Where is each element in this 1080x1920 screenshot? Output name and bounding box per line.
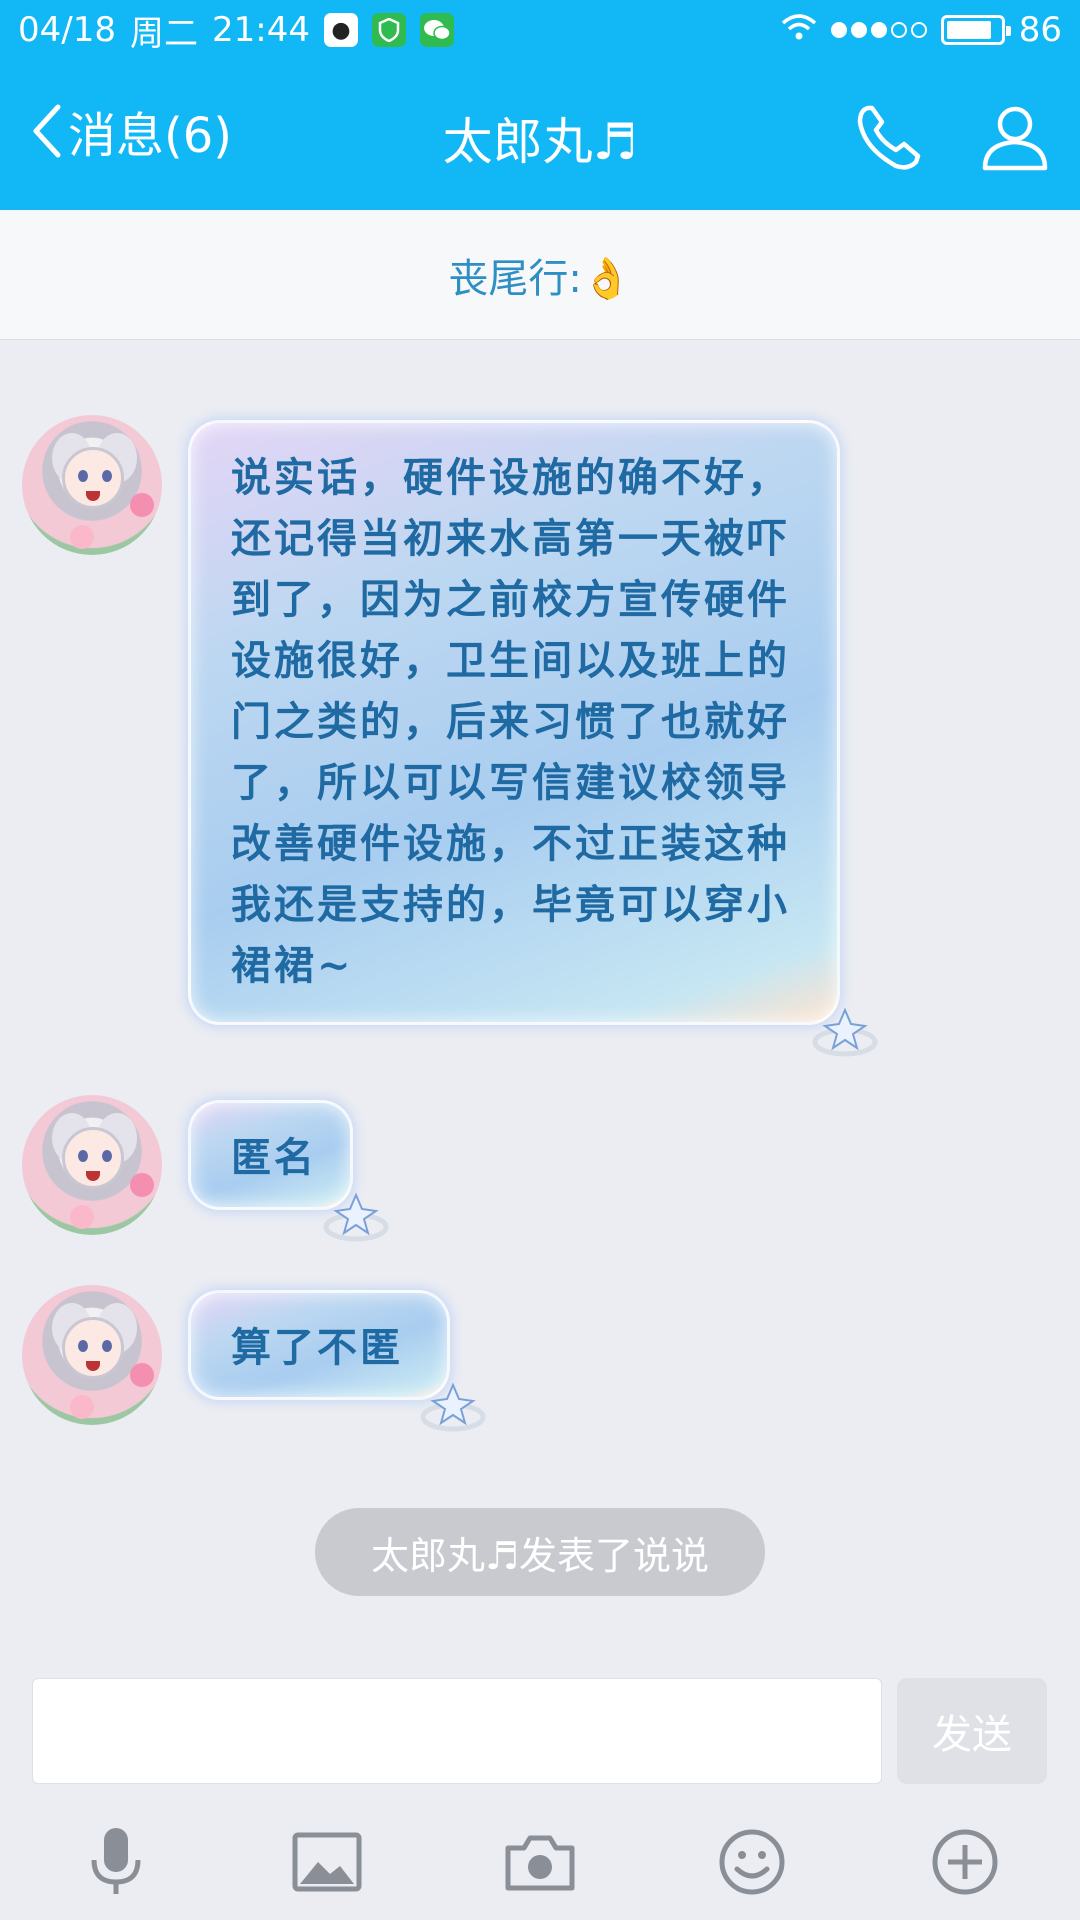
ring-decoration-icon [420,1382,486,1432]
battery-percent: 86 [1018,10,1062,50]
camera-icon[interactable] [502,1824,578,1900]
qq-icon: ● [323,13,358,47]
tail-bar[interactable]: 丧尾行:👌 [0,210,1080,340]
avatar[interactable] [22,415,162,555]
message-text: 说实话，硬件设施的确不好，还记得当初来水高第一天被吓到了，因为之前校方宣传硬件设… [231,454,790,989]
message-bubble[interactable]: 算了不匿 [188,1290,486,1432]
header: 04/18 周二 21:44 ● 86 消息(6) 太郎丸♬ [0,0,1080,210]
signal-strength-icon [830,22,927,38]
composer: 发送 [0,1656,1080,1920]
nav-bar: 消息(6) 太郎丸♬ [0,70,1080,200]
message-bubble[interactable]: 说实话，硬件设施的确不好，还记得当初来水高第一天被吓到了，因为之前校方宣传硬件设… [188,420,878,1057]
status-bar: 04/18 周二 21:44 ● 86 [0,0,1080,60]
wifi-icon [781,10,817,50]
system-notice[interactable]: 太郎丸♬发表了说说 [315,1508,765,1596]
ring-decoration-icon [323,1192,389,1242]
status-date: 04/18 [18,10,116,50]
microphone-icon[interactable] [78,1824,154,1900]
image-icon[interactable] [289,1824,365,1900]
tail-label: 丧尾行:👌 [448,255,632,302]
profile-icon[interactable] [975,98,1055,178]
plus-icon[interactable] [927,1824,1003,1900]
status-weekday: 周二 [129,13,198,54]
composer-toolbar [0,1806,1080,1916]
message-text: 匿名 [231,1134,317,1181]
status-time: 21:44 [211,10,310,50]
wechat-icon [419,13,454,47]
battery-icon [940,15,1011,45]
send-button[interactable]: 发送 [897,1678,1047,1784]
shield-icon [371,13,406,47]
emoji-icon[interactable] [714,1824,790,1900]
ring-decoration-icon [812,1007,878,1057]
message-text: 算了不匿 [231,1324,403,1371]
avatar[interactable] [22,1285,162,1425]
avatar[interactable] [22,1095,162,1235]
phone-icon[interactable] [850,98,930,178]
message-bubble[interactable]: 匿名 [188,1100,389,1242]
message-input[interactable] [32,1678,882,1784]
